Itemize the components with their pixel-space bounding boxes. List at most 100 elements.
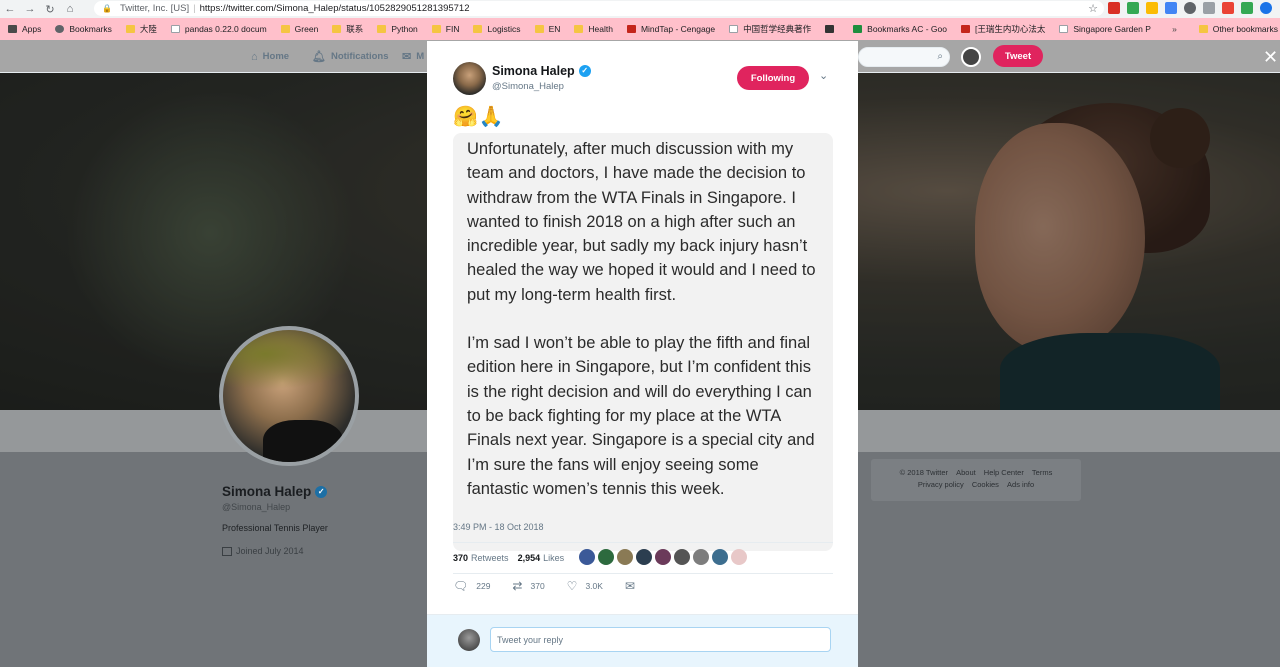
liker-avatar[interactable] xyxy=(655,549,671,565)
retweet-count: 370 xyxy=(530,581,545,591)
bookmark-item[interactable]: Apps xyxy=(8,24,41,34)
search-box[interactable]: ⌕ xyxy=(858,47,950,67)
bookmark-item[interactable]: pandas 0.22.0 docum xyxy=(170,24,267,34)
reply-button[interactable]: 🗨︎ 229 xyxy=(453,579,490,593)
reply-input[interactable] xyxy=(490,627,831,652)
extension-icon[interactable] xyxy=(1108,2,1120,14)
profile-icon[interactable] xyxy=(1260,2,1272,14)
likes-stat[interactable]: 2,954 Likes xyxy=(518,553,565,563)
liker-avatar[interactable] xyxy=(731,549,747,565)
verified-badge-icon: ✓ xyxy=(578,65,591,77)
bookmark-label: MindTap - Cengage xyxy=(640,24,716,34)
retweets-label: Retweets xyxy=(471,553,509,563)
direct-message-button[interactable]: ✉ xyxy=(625,579,643,593)
nav-home[interactable]: ⌂ Home xyxy=(251,40,289,73)
reload-icon[interactable]: ↻ xyxy=(40,3,60,16)
bookmark-label: FIN xyxy=(445,24,460,34)
tweet-image-statement[interactable]: Unfortunately, after much discussion wit… xyxy=(453,133,833,551)
following-button[interactable]: Following xyxy=(737,66,809,90)
liker-avatars xyxy=(579,549,747,565)
extension-icons xyxy=(1108,2,1272,14)
folder-icon xyxy=(534,25,544,33)
home-icon[interactable]: ⌂ xyxy=(60,3,80,15)
like-button[interactable]: ♡ 3.0K xyxy=(567,579,603,593)
liker-avatar[interactable] xyxy=(674,549,690,565)
bookmark-item[interactable] xyxy=(825,25,839,33)
retweet-button[interactable]: ⇄ 370 xyxy=(512,579,544,593)
avatar-shirt xyxy=(263,420,343,462)
footer-link[interactable]: Terms xyxy=(1032,468,1052,477)
extension-icon[interactable] xyxy=(1222,2,1234,14)
bookmark-item[interactable]: FIN xyxy=(431,24,460,34)
liker-avatar[interactable] xyxy=(712,549,728,565)
bookmark-item[interactable]: 中国哲学经典著作 xyxy=(729,23,811,35)
tweet-actions: 🗨︎ 229 ⇄ 370 ♡ 3.0K ✉ xyxy=(453,579,665,593)
footer-link[interactable]: Cookies xyxy=(972,480,999,489)
bookmark-label: pandas 0.22.0 docum xyxy=(184,24,267,34)
liker-avatar[interactable] xyxy=(579,549,595,565)
tweet-author-name[interactable]: Simona Halep ✓ xyxy=(492,64,591,78)
footer-link[interactable]: Privacy policy xyxy=(918,480,964,489)
profile-name-text: Simona Halep xyxy=(222,484,312,499)
tweet-author-name-text: Simona Halep xyxy=(492,64,575,78)
likes-label: Likes xyxy=(543,553,565,563)
bookmark-label: Apps xyxy=(22,24,42,34)
extension-icon[interactable] xyxy=(1184,2,1196,14)
tweet-author-avatar[interactable] xyxy=(453,62,486,95)
liker-avatar[interactable] xyxy=(617,549,633,565)
bookmark-item[interactable]: Singapore Garden P xyxy=(1059,24,1151,34)
account-avatar[interactable] xyxy=(961,47,981,67)
liker-avatar[interactable] xyxy=(598,549,614,565)
more-bookmarks-chevron-icon[interactable]: » xyxy=(1172,24,1177,34)
bookmark-item[interactable]: Green xyxy=(280,24,318,34)
back-icon[interactable]: ← xyxy=(0,3,20,15)
address-bar[interactable]: 🔒 Twitter, Inc. [US] | https://twitter.c… xyxy=(94,1,1104,16)
tweet-timestamp[interactable]: 3:49 PM - 18 Oct 2018 xyxy=(453,522,544,532)
bookmark-item[interactable]: Python xyxy=(377,24,418,34)
url-text[interactable]: https://twitter.com/Simona_Halep/status/… xyxy=(200,3,470,14)
search-icon: ⌕ xyxy=(937,51,943,62)
translate-icon[interactable] xyxy=(1165,2,1177,14)
bookmark-label: Logistics xyxy=(487,24,521,34)
profile-avatar[interactable] xyxy=(219,326,359,466)
footer-link[interactable]: Ads info xyxy=(1007,480,1034,489)
chevron-down-icon[interactable]: ⌄ xyxy=(819,69,828,82)
profile-name[interactable]: Simona Halep ✓ xyxy=(222,484,328,499)
site-identity[interactable]: Twitter, Inc. [US] xyxy=(120,3,189,14)
compose-tweet-button[interactable]: Tweet xyxy=(993,45,1043,67)
apps-grid-icon xyxy=(8,25,17,33)
bookmark-item[interactable]: 大陸 xyxy=(125,23,157,35)
bookmark-star-icon[interactable]: ☆ xyxy=(1088,2,1098,15)
bookmark-item[interactable]: Bookmarks xyxy=(55,24,112,34)
extension-icon[interactable] xyxy=(1241,2,1253,14)
nav-messages-label: M xyxy=(416,51,425,62)
folder-icon xyxy=(431,25,441,33)
liker-avatar[interactable] xyxy=(636,549,652,565)
folder-icon xyxy=(125,25,135,33)
extension-icon[interactable] xyxy=(1146,2,1158,14)
forward-icon[interactable]: → xyxy=(20,3,40,15)
bookmark-item[interactable]: EN xyxy=(534,24,560,34)
folder-icon xyxy=(280,25,290,33)
bookmark-item[interactable]: MindTap - Cengage xyxy=(626,24,716,34)
footer-link[interactable]: About xyxy=(956,468,976,477)
tweet-author-handle[interactable]: @Simona_Halep xyxy=(492,81,564,92)
extension-icon[interactable] xyxy=(1203,2,1215,14)
nav-notifications[interactable]: 🔔︎ Notifications xyxy=(312,40,389,73)
bookmarks-bar: Apps Bookmarks 大陸 pandas 0.22.0 docum Gr… xyxy=(0,18,1280,40)
bookmark-item[interactable]: 联系 xyxy=(332,23,363,35)
drive-icon[interactable] xyxy=(1127,2,1139,14)
footer-link[interactable]: Help Center xyxy=(984,468,1024,477)
retweets-stat[interactable]: 370 Retweets xyxy=(453,553,509,563)
close-modal-icon[interactable]: ✕ xyxy=(1263,48,1278,66)
other-bookmarks[interactable]: Other bookmarks xyxy=(1198,24,1278,34)
liker-avatar[interactable] xyxy=(693,549,709,565)
bookmark-item[interactable]: Logistics xyxy=(473,24,521,34)
tweet-stats: 370 Retweets 2,954 Likes xyxy=(453,546,564,570)
nav-messages[interactable]: ✉ M xyxy=(402,40,424,73)
bookmark-item[interactable]: Health xyxy=(574,24,613,34)
bookmark-item[interactable]: Bookmarks AC - Goo xyxy=(853,24,947,34)
heart-icon: ♡ xyxy=(566,579,578,593)
bookmark-item[interactable]: [王瑞生内功心法太 xyxy=(961,23,1045,35)
profile-handle[interactable]: @Simona_Halep xyxy=(222,502,290,512)
